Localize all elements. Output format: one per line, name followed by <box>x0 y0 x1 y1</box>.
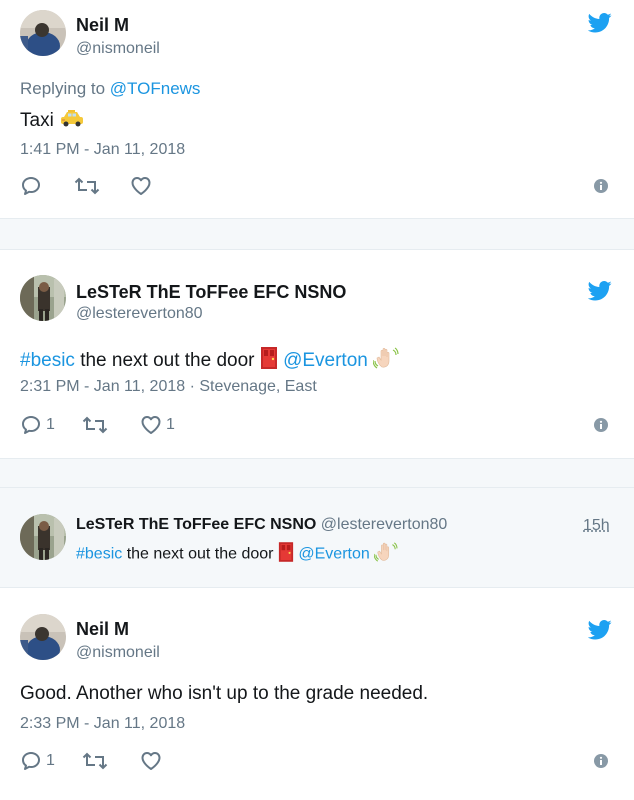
waving-hand-emoji-icon <box>373 541 398 568</box>
heart-icon <box>141 416 161 434</box>
display-name[interactable]: LeSTeR ThE ToFFee EFC NSNO <box>76 516 316 533</box>
twitter-bird-icon[interactable] <box>588 13 612 33</box>
tweet-actions: 1 1 <box>20 413 620 437</box>
taxi-emoji-icon <box>59 108 85 134</box>
quoted-text: #besic the next out the door @Everton <box>76 541 398 568</box>
user-handle[interactable]: @lestereverton80 <box>76 305 203 323</box>
retweet-icon <box>74 177 100 195</box>
quoted-text-content: the next out the door <box>122 545 278 563</box>
display-name[interactable]: LeSTeR ThE ToFFee EFC NSNO <box>76 282 346 303</box>
retweet-button[interactable] <box>82 749 108 773</box>
tweet-timestamp[interactable]: 2:31 PM - Jan 11, 2018 <box>20 378 185 395</box>
reply-count: 1 <box>46 416 55 433</box>
reply-button[interactable] <box>20 174 42 198</box>
reply-button[interactable]: 1 <box>20 749 55 773</box>
tweet-location[interactable]: · Stevenage, East <box>185 378 317 395</box>
reply-icon <box>22 752 40 770</box>
avatar[interactable] <box>20 614 66 660</box>
waving-hand-emoji-icon <box>372 346 399 376</box>
user-handle[interactable]: @nismoneil <box>76 40 160 58</box>
tweet-text-content: Taxi <box>20 110 54 132</box>
reply-icon <box>22 416 40 434</box>
tweet-timestamp[interactable]: 2:33 PM - Jan 11, 2018 <box>20 715 185 733</box>
info-icon[interactable] <box>594 754 608 768</box>
replying-to: Replying to @TOFnews <box>20 79 200 99</box>
info-icon[interactable] <box>594 179 608 193</box>
display-name[interactable]: Neil M <box>76 619 129 640</box>
tweet-card-3: Neil M @nismoneil Good. Another who isn'… <box>0 589 634 800</box>
door-emoji-icon <box>260 346 278 376</box>
reply-button[interactable]: 1 <box>20 413 55 437</box>
quoted-time[interactable]: 15h <box>583 517 610 535</box>
like-count: 1 <box>166 416 175 433</box>
tweet-meta: 2:31 PM - Jan 11, 2018 · Stevenage, East <box>20 378 317 396</box>
mention-link[interactable]: @Everton <box>283 350 368 371</box>
door-emoji-icon <box>278 541 294 568</box>
display-name[interactable]: Neil M <box>76 15 129 36</box>
quoted-tweet[interactable]: LeSTeR ThE ToFFee EFC NSNO @lestereverto… <box>0 488 634 588</box>
tweet-text: Taxi <box>20 108 85 134</box>
user-handle[interactable]: @lestereverton80 <box>321 516 448 533</box>
like-button[interactable] <box>130 174 152 198</box>
like-button[interactable]: 1 <box>140 413 175 437</box>
tweet-card-1: Neil M @nismoneil Replying to @TOFnews T… <box>0 0 634 218</box>
twitter-bird-icon[interactable] <box>588 281 612 301</box>
avatar[interactable] <box>20 514 66 560</box>
avatar[interactable] <box>20 10 66 56</box>
retweet-button[interactable] <box>82 413 108 437</box>
retweet-icon <box>82 752 108 770</box>
reply-icon <box>22 177 40 195</box>
avatar[interactable] <box>20 275 66 321</box>
tweet-actions <box>20 174 620 198</box>
tweet-text-content: the next out the door <box>74 350 260 372</box>
tweet-separator <box>0 458 634 488</box>
hashtag-link[interactable]: #besic <box>76 546 122 563</box>
like-button[interactable] <box>140 749 162 773</box>
heart-icon <box>141 752 161 770</box>
replying-to-handle-link[interactable]: @TOFnews <box>110 79 201 98</box>
tweet-actions: 1 <box>20 749 620 773</box>
replying-to-label: Replying to <box>20 79 106 98</box>
user-handle[interactable]: @nismoneil <box>76 644 160 662</box>
reply-count: 1 <box>46 752 55 769</box>
heart-icon <box>131 177 151 195</box>
info-icon[interactable] <box>594 418 608 432</box>
tweet-card-2: LeSTeR ThE ToFFee EFC NSNO @lestereverto… <box>0 250 634 458</box>
mention-link[interactable]: @Everton <box>298 546 369 563</box>
tweet-timestamp[interactable]: 1:41 PM - Jan 11, 2018 <box>20 141 185 159</box>
tweet-text: #besic the next out the door @Everton <box>20 346 399 376</box>
retweet-button[interactable] <box>74 174 100 198</box>
tweet-separator <box>0 218 634 250</box>
retweet-icon <box>82 416 108 434</box>
quoted-header: LeSTeR ThE ToFFee EFC NSNO @lestereverto… <box>76 516 447 534</box>
tweet-text: Good. Another who isn't up to the grade … <box>20 683 429 704</box>
hashtag-link[interactable]: #besic <box>20 350 75 371</box>
twitter-bird-icon[interactable] <box>588 620 612 640</box>
